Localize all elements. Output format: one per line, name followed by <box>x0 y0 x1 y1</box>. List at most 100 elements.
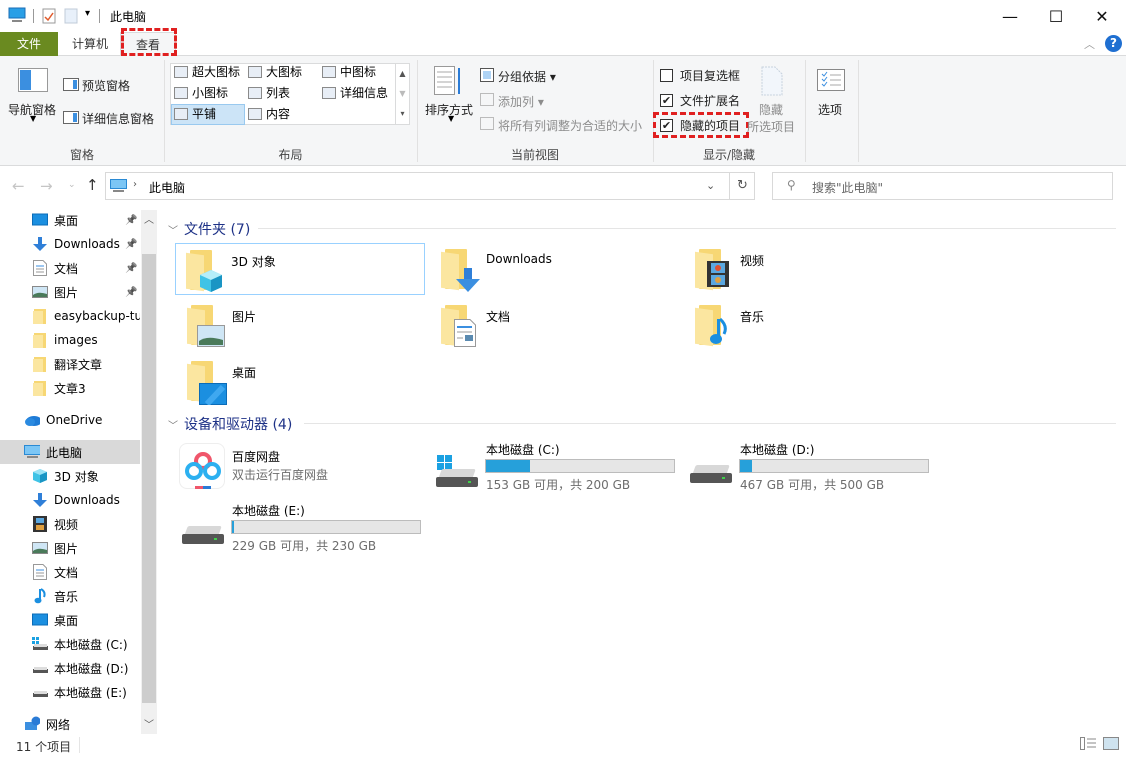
refresh-button[interactable]: ↻ <box>737 178 748 193</box>
checkbox-unchecked[interactable] <box>660 69 673 82</box>
properties-icon[interactable] <box>42 8 56 24</box>
back-button[interactable]: ← <box>12 177 25 195</box>
sidebar-item[interactable]: 本地磁盘 (E:) <box>0 680 140 704</box>
pin-icon[interactable]: 📌 <box>125 263 137 274</box>
sidebar-item[interactable]: 文档 <box>0 560 140 584</box>
folder-tile[interactable]: 桌面 <box>177 355 427 407</box>
sidebar-item[interactable]: 3D 对象 <box>0 464 140 488</box>
search-placeholder[interactable]: 搜索"此电脑" <box>812 179 883 196</box>
checkbox-checked[interactable]: ✔ <box>660 94 673 107</box>
recent-locations-icon[interactable]: ⌄ <box>68 180 76 190</box>
divider <box>79 737 80 753</box>
large-icons-view-button[interactable] <box>1103 737 1119 750</box>
layout-tiles[interactable]: 平铺 <box>174 105 216 123</box>
pin-icon[interactable]: 📌 <box>125 215 137 226</box>
quick-access-dropdown-icon[interactable]: ▾ <box>85 8 90 19</box>
size-columns-button[interactable]: 将所有列调整为合适的大小 <box>498 117 642 134</box>
sidebar-item[interactable]: images <box>0 328 140 352</box>
folders-section-header[interactable]: ﹀ 文件夹 (7) <box>168 219 250 239</box>
sidebar-item[interactable]: 文章3 <box>0 376 140 400</box>
details-view-button[interactable] <box>1080 737 1096 750</box>
sidebar-item[interactable]: Downloads 📌 <box>0 232 140 256</box>
up-button[interactable]: ↑ <box>86 176 99 194</box>
forward-button[interactable]: → <box>40 177 53 195</box>
layout-medium-icons[interactable]: 中图标 <box>322 63 376 81</box>
hide-selected-button-line1[interactable]: 隐藏 <box>759 101 783 118</box>
sidebar-item[interactable]: 本地磁盘 (C:) <box>0 632 140 656</box>
sidebar-item[interactable]: 图片 📌 <box>0 280 140 304</box>
pin-icon[interactable]: 📌 <box>125 287 137 298</box>
chevron-down-icon: ▼ <box>30 114 37 123</box>
drive-tile[interactable]: 本地磁盘 (C:) 153 GB 可用，共 200 GB <box>431 441 681 493</box>
scrollbar-thumb[interactable] <box>142 254 156 703</box>
maximize-button[interactable]: ☐ <box>1033 0 1079 32</box>
expand-gallery-icon[interactable]: ▾ <box>396 104 409 124</box>
pin-icon[interactable]: 📌 <box>125 239 137 250</box>
picture-icon <box>32 540 48 556</box>
desktop-icon <box>32 612 48 628</box>
sidebar-item[interactable]: Downloads <box>0 488 140 512</box>
sidebar-item[interactable]: 翻译文章 <box>0 352 140 376</box>
baidu-netdisk-icon <box>179 443 225 489</box>
sidebar-item[interactable]: 文档 📌 <box>0 256 140 280</box>
minimize-button[interactable]: — <box>987 0 1033 32</box>
tab-file[interactable]: 文件 <box>0 32 58 56</box>
collapse-ribbon-icon[interactable]: ︿ <box>1084 36 1095 52</box>
layout-list[interactable]: 列表 <box>248 84 290 102</box>
sidebar-item[interactable]: easybackup-tu <box>0 304 140 328</box>
baidu-netdisk-tile[interactable]: 百度网盘 双击运行百度网盘 <box>177 441 427 493</box>
close-button[interactable]: ✕ <box>1079 0 1125 32</box>
layout-extra-large-icons[interactable]: 超大图标 <box>174 63 240 81</box>
folder-tile[interactable]: 文档 <box>431 299 681 351</box>
breadcrumb-chevron-icon[interactable]: › <box>133 179 137 190</box>
file-extensions-toggle[interactable]: ✔ 文件扩展名 <box>660 92 740 109</box>
drive-tile[interactable]: 本地磁盘 (E:) 229 GB 可用，共 230 GB <box>177 502 427 554</box>
add-columns-button[interactable]: 添加列 ▾ <box>498 93 544 110</box>
sidebar-item[interactable]: 图片 <box>0 536 140 560</box>
folder-tile[interactable]: 音乐 <box>685 299 935 351</box>
help-icon[interactable]: ? <box>1105 35 1122 52</box>
gallery-scroll[interactable]: ▲ ▼ ▾ <box>395 64 409 124</box>
hide-selected-button-line2[interactable]: 所选项目 <box>747 118 795 135</box>
breadcrumb-this-pc[interactable]: 此电脑 <box>149 179 185 196</box>
scroll-up-arrow-icon[interactable]: ︿ <box>144 211 154 226</box>
navigation-pane-icon[interactable] <box>18 68 48 92</box>
folder-tile[interactable]: 图片 <box>177 299 427 351</box>
folder-tile[interactable]: 视频 <box>685 243 935 295</box>
sidebar-item-label: 此电脑 <box>46 445 83 460</box>
sidebar-item[interactable]: 音乐 <box>0 584 140 608</box>
address-bar[interactable] <box>105 172 755 200</box>
tab-computer[interactable]: 计算机 <box>62 32 118 56</box>
group-by-button[interactable]: 分组依据 ▾ <box>498 68 556 85</box>
sidebar-item[interactable]: OneDrive <box>0 408 140 432</box>
scroll-down-arrow-icon[interactable]: ﹀ <box>144 716 154 731</box>
options-button[interactable]: 选项 <box>818 101 842 118</box>
layout-content[interactable]: 内容 <box>248 105 290 123</box>
sidebar-item-label: 本地磁盘 (C:) <box>54 637 128 652</box>
tile-name: Downloads <box>486 252 552 266</box>
layout-details[interactable]: 详细信息 <box>322 84 388 102</box>
sidebar-item[interactable]: 网络 <box>0 712 140 736</box>
sidebar-item[interactable]: 视频 <box>0 512 140 536</box>
preview-pane-button[interactable]: 预览窗格 <box>82 77 130 94</box>
status-item-count: 11 个项目 <box>16 740 72 754</box>
sidebar-item[interactable]: 桌面 📌 <box>0 208 140 232</box>
folder-tile[interactable]: Downloads <box>431 243 681 295</box>
devices-section-header[interactable]: ﹀ 设备和驱动器 (4) <box>168 414 292 434</box>
item-checkboxes-toggle[interactable]: 项目复选框 <box>660 67 740 84</box>
size-columns-icon <box>480 117 494 130</box>
address-dropdown-icon[interactable]: ⌄ <box>706 179 715 192</box>
scroll-up-icon[interactable]: ▲ <box>396 64 409 84</box>
drive-tile[interactable]: 本地磁盘 (D:) 467 GB 可用，共 500 GB <box>685 441 935 493</box>
sidebar-item[interactable]: 本地磁盘 (D:) <box>0 656 140 680</box>
scroll-down-icon[interactable]: ▼ <box>396 84 409 104</box>
folder-tile[interactable]: 3D 对象 <box>175 243 425 295</box>
sidebar-item-label: Downloads <box>54 237 120 251</box>
sidebar-item[interactable]: 桌面 <box>0 608 140 632</box>
layout-large-icons[interactable]: 大图标 <box>248 63 302 81</box>
new-folder-icon[interactable] <box>64 8 78 24</box>
sidebar-item[interactable]: 此电脑 <box>0 440 140 464</box>
sidebar-item-label: 图片 <box>54 541 79 556</box>
layout-small-icons[interactable]: 小图标 <box>174 84 228 102</box>
details-pane-button[interactable]: 详细信息窗格 <box>82 110 154 127</box>
